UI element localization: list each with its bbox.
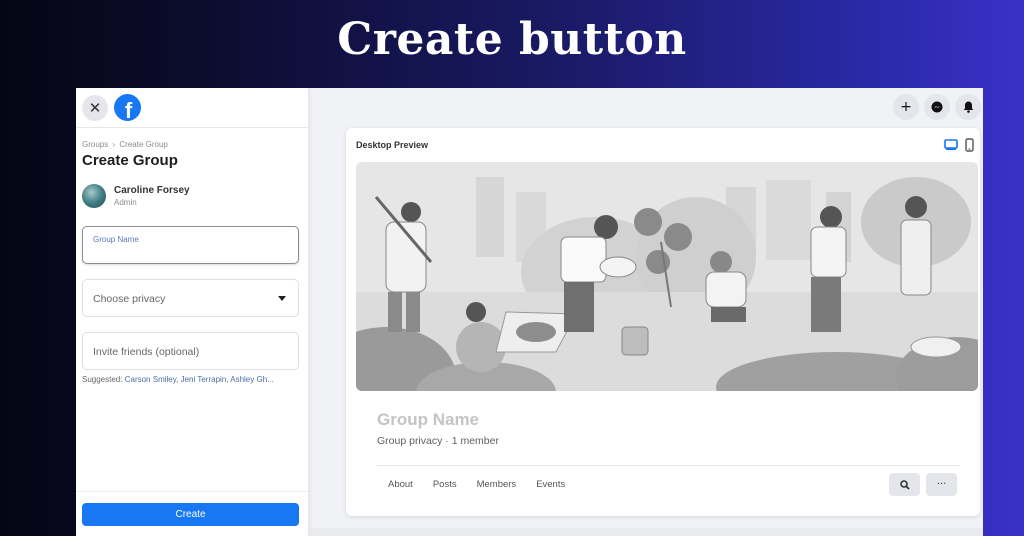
- breadcrumb-current: Create Group: [119, 140, 168, 149]
- building: [766, 180, 811, 260]
- cover-photo[interactable]: [356, 162, 978, 391]
- close-button[interactable]: ✕: [82, 94, 108, 121]
- messenger-icon: [931, 101, 943, 113]
- breadcrumb-groups[interactable]: Groups: [82, 140, 108, 149]
- search-icon: [899, 479, 910, 490]
- user-role: Admin: [114, 198, 137, 207]
- tab-posts[interactable]: Posts: [433, 479, 457, 490]
- person-head: [401, 202, 421, 222]
- notifications-button[interactable]: [955, 94, 981, 120]
- breadcrumb-separator: ›: [112, 140, 116, 149]
- sidebar-header: ✕ f: [76, 88, 308, 128]
- invite-placeholder: Invite friends (optional): [93, 346, 200, 358]
- dropdown-caret-icon: [278, 296, 286, 301]
- user-name: Caroline Forsey: [114, 185, 190, 196]
- facebook-create-group-screenshot: ✕ f Groups › Create Group Create Group C…: [76, 88, 983, 536]
- invite-friends-input[interactable]: Invite friends (optional): [82, 332, 299, 370]
- building: [476, 177, 504, 257]
- mobile-view-icon[interactable]: [965, 138, 974, 152]
- suggested-friends: Suggested: Carson Smiley, Jeni Terrapin,…: [82, 375, 274, 384]
- more-icon: ···: [936, 479, 947, 490]
- divider: [377, 465, 960, 466]
- cover-illustration: [356, 162, 978, 391]
- suggested-names[interactable]: Carson Smiley, Jeni Terrapin, Ashley Gh.…: [125, 375, 274, 384]
- privacy-select[interactable]: Choose privacy: [82, 279, 299, 317]
- search-button[interactable]: [889, 473, 920, 496]
- banner-title: Create button: [337, 14, 687, 65]
- suggested-label: Suggested:: [82, 375, 123, 384]
- create-group-sidebar: ✕ f Groups › Create Group Create Group C…: [76, 88, 309, 536]
- tab-about[interactable]: About: [388, 479, 413, 490]
- group-name-input[interactable]: Group Name: [82, 226, 299, 264]
- close-icon: ✕: [88, 98, 102, 117]
- tab-members[interactable]: Members: [477, 479, 517, 490]
- breadcrumb: Groups › Create Group: [82, 140, 168, 149]
- preview-title: Desktop Preview: [356, 140, 429, 150]
- desktop-view-icon[interactable]: [944, 139, 958, 151]
- group-name-label: Group Name: [93, 235, 139, 244]
- plus-button[interactable]: +: [893, 94, 919, 120]
- desktop-preview-card: Desktop Preview Group Name Group privacy…: [346, 128, 980, 516]
- group-name-preview: Group Name: [377, 410, 480, 429]
- avatar: [82, 184, 106, 208]
- bottom-strip: [310, 528, 983, 536]
- divider: [76, 491, 308, 492]
- messenger-button[interactable]: [924, 94, 950, 120]
- group-tabs: About Posts Members Events: [388, 479, 585, 490]
- group-meta: Group privacy · 1 member: [377, 435, 499, 447]
- top-bar: +: [310, 88, 983, 126]
- more-options-button[interactable]: ···: [926, 473, 957, 496]
- create-button[interactable]: Create: [82, 503, 299, 526]
- plus-icon: +: [900, 99, 912, 115]
- facebook-logo-icon[interactable]: f: [114, 94, 141, 121]
- tab-events[interactable]: Events: [536, 479, 565, 490]
- page-title: Create Group: [82, 152, 178, 169]
- privacy-placeholder: Choose privacy: [93, 293, 166, 305]
- admin-user: Caroline Forsey Admin: [82, 184, 190, 208]
- bell-icon: [963, 101, 973, 113]
